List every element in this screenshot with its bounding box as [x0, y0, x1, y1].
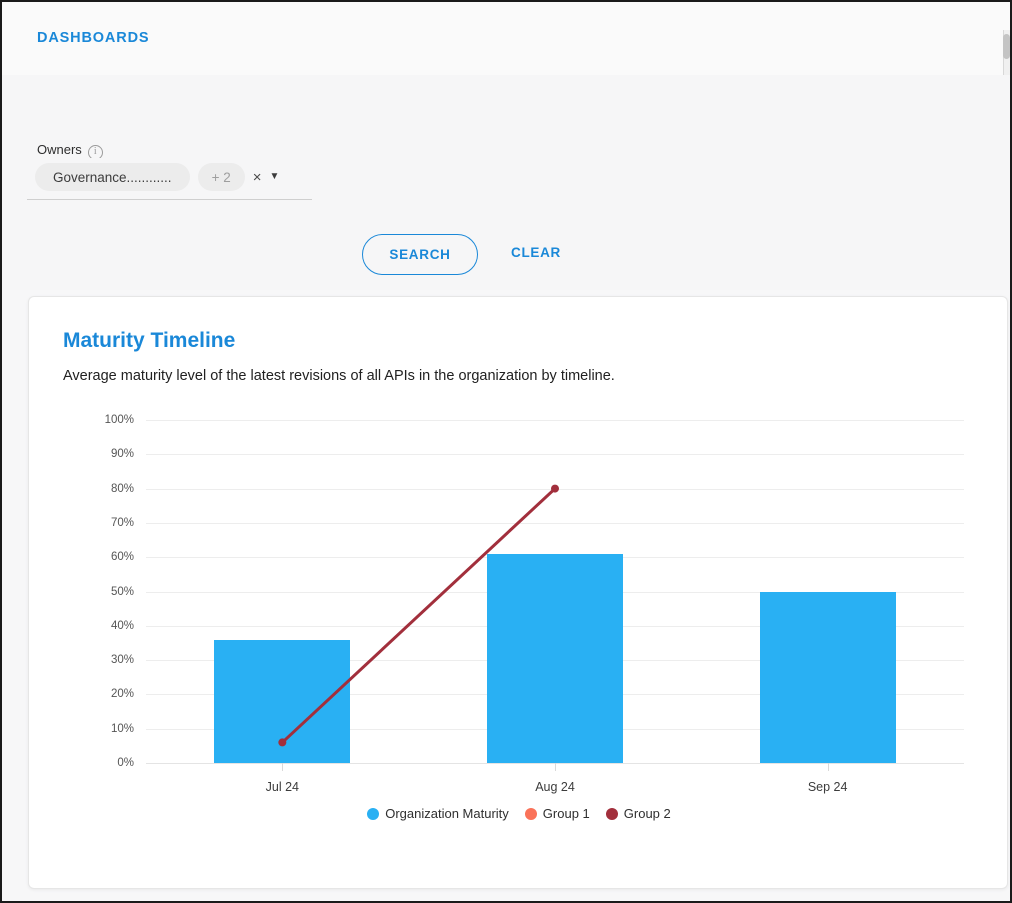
chart-subtitle: Average maturity level of the latest rev… [63, 368, 973, 384]
y-axis-tick-label: 60% [62, 551, 134, 563]
chart-title: Maturity Timeline [63, 329, 973, 353]
legend-label: Organization Maturity [385, 806, 509, 821]
line-series [146, 420, 964, 763]
y-axis-tick-label: 10% [62, 723, 134, 735]
legend-label: Group 2 [624, 806, 671, 821]
line-point[interactable] [278, 738, 286, 746]
y-axis-tick-label: 20% [62, 688, 134, 700]
y-axis-tick-label: 50% [62, 586, 134, 598]
owner-chip-overflow[interactable]: + 2 [198, 163, 245, 191]
owners-label-row: Owners i [37, 140, 103, 158]
x-axis-tick-label: Sep 24 [808, 780, 848, 794]
scrollbar-thumb[interactable] [1003, 34, 1010, 59]
search-button[interactable]: SEARCH [362, 234, 478, 275]
x-axis-tick-label: Aug 24 [535, 780, 575, 794]
owner-chip[interactable]: Governance............ [35, 163, 190, 191]
page-title: DASHBOARDS [37, 30, 149, 46]
y-axis-tick-label: 40% [62, 620, 134, 632]
info-icon[interactable]: i [88, 145, 103, 159]
line-path [282, 489, 555, 743]
legend-color-dot [606, 808, 618, 820]
y-axis-tick-label: 70% [62, 517, 134, 529]
y-axis-tick-label: 100% [62, 414, 134, 426]
chart-area: 100% 90% 80% 70% 60% 50% 40% 30% 20% 10% 0% Jul 24… [63, 410, 975, 830]
x-axis-tick [282, 763, 283, 771]
filter-bar: Owners i Governance............ + 2 × ▼ … [2, 75, 1010, 290]
y-axis-tick-label: 30% [62, 654, 134, 666]
maturity-timeline-card: Maturity Timeline Average maturity level… [28, 296, 1008, 889]
owners-label: Owners [37, 142, 82, 157]
x-axis-tick [828, 763, 829, 771]
clear-selection-icon[interactable]: × [253, 170, 262, 185]
y-axis-tick-label: 80% [62, 483, 134, 495]
x-axis-tick-label: Jul 24 [266, 780, 299, 794]
y-axis-tick-label: 0% [62, 757, 134, 769]
legend-item[interactable]: Group 2 [606, 806, 671, 821]
legend-item[interactable]: Group 1 [525, 806, 590, 821]
legend-label: Group 1 [543, 806, 590, 821]
legend-color-dot [525, 808, 537, 820]
chart-plot: 100%90%80%70%60%50%40%30%20%10%0% Jul 24… [146, 420, 964, 763]
clear-button[interactable]: CLEAR [511, 245, 561, 260]
app-header: DASHBOARDS [2, 2, 1010, 75]
legend-color-dot [367, 808, 379, 820]
x-axis-tick [555, 763, 556, 771]
chevron-down-icon[interactable]: ▼ [269, 172, 279, 182]
owners-select-field[interactable]: Governance............ + 2 × ▼ [27, 163, 312, 200]
line-point[interactable] [551, 485, 559, 493]
chart-legend: Organization Maturity Group 1 Group 2 [63, 806, 975, 821]
y-axis-tick-label: 90% [62, 448, 134, 460]
legend-item[interactable]: Organization Maturity [367, 806, 509, 821]
